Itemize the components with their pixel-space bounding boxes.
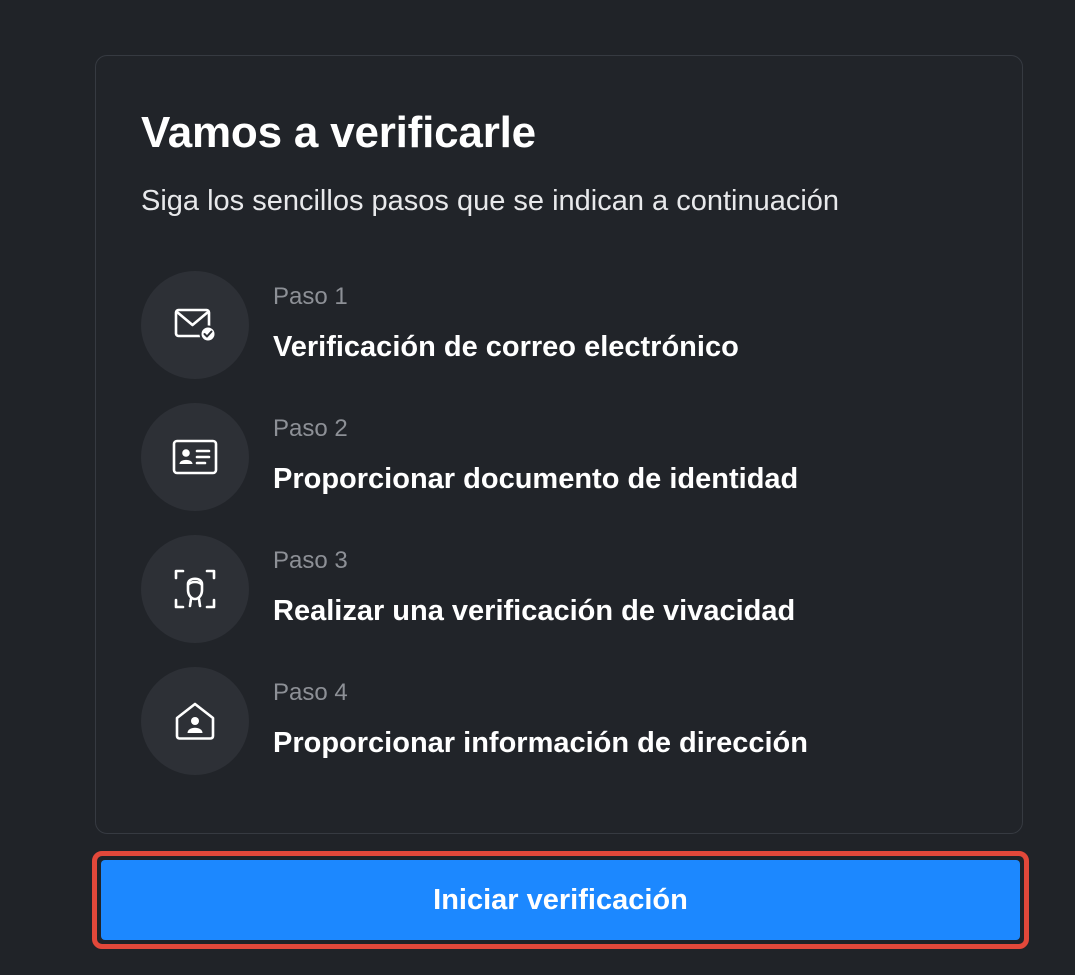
step-4-title: Proporcionar información de dirección: [273, 727, 808, 759]
mail-check-icon: [174, 308, 217, 343]
step-4-number: Paso 4: [273, 679, 348, 706]
face-scan-icon: [174, 569, 216, 609]
step-3-title: Realizar una verificación de vivacidad: [273, 595, 796, 627]
step-4: Paso 4 Proporcionar información de direc…: [141, 667, 981, 777]
step-1-title: Verificación de correo electrónico: [273, 331, 739, 363]
step-1-number: Paso 1: [273, 283, 348, 310]
start-button-highlight: Iniciar verificación: [92, 851, 1029, 949]
card-subtitle: Siga los sencillos pasos que se indican …: [141, 185, 840, 217]
home-user-icon: [175, 702, 215, 740]
verification-card: Vamos a verificarle Siga los sencillos p…: [95, 55, 1023, 834]
verification-page: Vamos a verificarle Siga los sencillos p…: [0, 0, 1075, 975]
step-2-icon-circle: [141, 403, 249, 511]
card-title: Vamos a verificarle: [141, 108, 536, 157]
step-2: Paso 2 Proporcionar documento de identid…: [141, 403, 981, 513]
step-3-number: Paso 3: [273, 547, 348, 574]
id-card-icon: [172, 439, 218, 475]
step-2-title: Proporcionar documento de identidad: [273, 463, 799, 495]
step-4-icon-circle: [141, 667, 249, 775]
start-verification-button[interactable]: Iniciar verificación: [101, 860, 1020, 940]
step-3: Paso 3 Realizar una verificación de viva…: [141, 535, 981, 645]
step-3-icon-circle: [141, 535, 249, 643]
step-2-number: Paso 2: [273, 415, 348, 442]
step-1-icon-circle: [141, 271, 249, 379]
step-1: Paso 1 Verificación de correo electrónic…: [141, 271, 981, 381]
